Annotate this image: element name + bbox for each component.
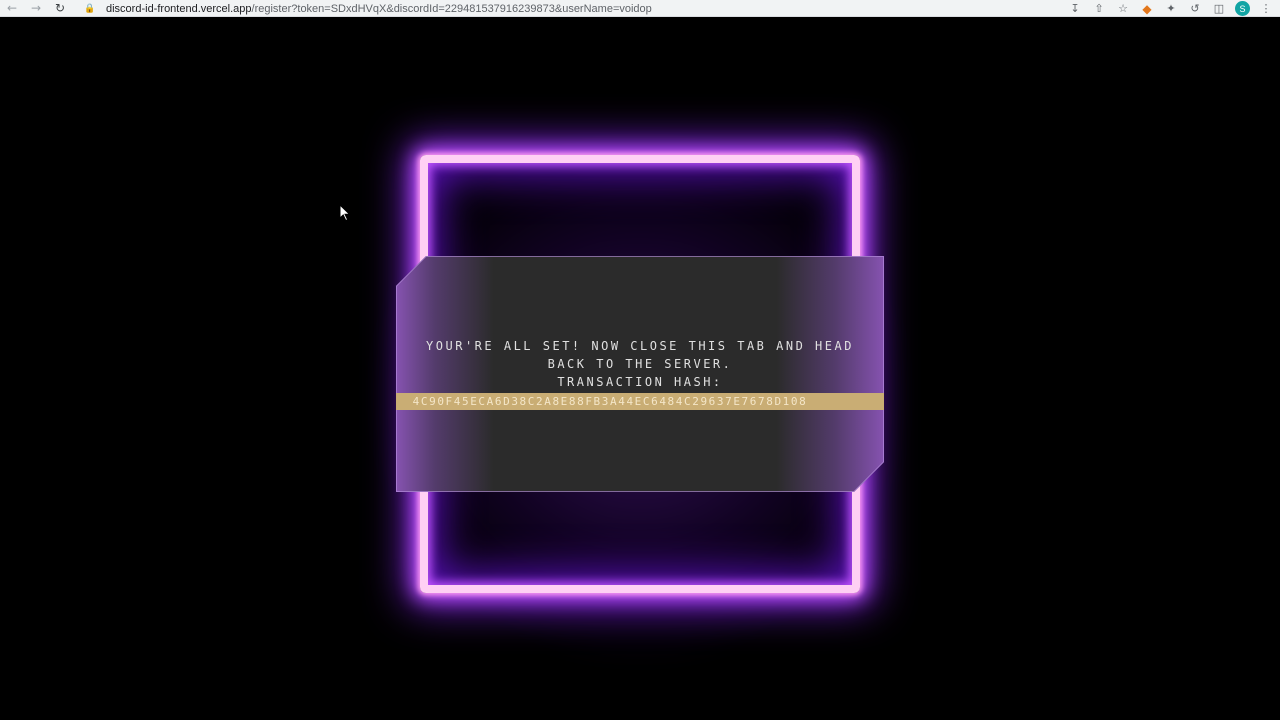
arrow-left-icon: ← <box>6 1 18 15</box>
toolbar-actions: ↧ ⇧ ☆ ◆ ✦ ↺ ◫ S ⋮ <box>1067 0 1274 17</box>
metamask-fox-icon[interactable]: ◆ <box>1139 1 1155 17</box>
back-button[interactable]: ← <box>0 0 24 17</box>
transaction-hash-bar: 4C90F45ECA6D38C2A8E88FB3A44EC6484C29637E… <box>396 393 884 410</box>
sidebar-icon[interactable]: ◫ <box>1211 1 1227 17</box>
arrow-right-icon: → <box>30 1 42 15</box>
mouse-pointer-icon <box>339 204 351 222</box>
reload-button[interactable]: ↻ <box>48 0 72 17</box>
url-host: discord-id-frontend.vercel.app <box>106 2 252 15</box>
avatar[interactable]: S <box>1235 1 1250 16</box>
address-bar[interactable]: 🔒 discord-id-frontend.vercel.app/registe… <box>84 0 1044 17</box>
download-icon[interactable]: ↧ <box>1067 1 1083 17</box>
success-message: YOUR'RE ALL SET! NOW CLOSE THIS TAB AND … <box>396 337 884 391</box>
kebab-menu-icon[interactable]: ⋮ <box>1258 1 1274 17</box>
message-line-1: YOUR'RE ALL SET! NOW CLOSE THIS TAB AND … <box>426 339 854 353</box>
message-line-2: BACK TO THE SERVER. <box>547 357 733 371</box>
url-path: /register?token=SDxdHVqX&discordId=22948… <box>251 2 652 15</box>
star-icon[interactable]: ☆ <box>1115 1 1131 17</box>
puzzle-icon[interactable]: ✦ <box>1163 1 1179 17</box>
share-icon[interactable]: ⇧ <box>1091 1 1107 17</box>
reload-icon: ↻ <box>54 1 66 15</box>
browser-toolbar: ← → ↻ 🔒 discord-id-frontend.vercel.app/r… <box>0 0 1280 17</box>
transaction-hash-label: TRANSACTION HASH: <box>557 375 723 389</box>
transaction-hash-value: 4C90F45ECA6D38C2A8E88FB3A44EC6484C29637E… <box>412 395 808 408</box>
sync-icon[interactable]: ↺ <box>1187 1 1203 17</box>
lock-icon: 🔒 <box>84 3 96 13</box>
forward-button[interactable]: → <box>24 0 48 17</box>
